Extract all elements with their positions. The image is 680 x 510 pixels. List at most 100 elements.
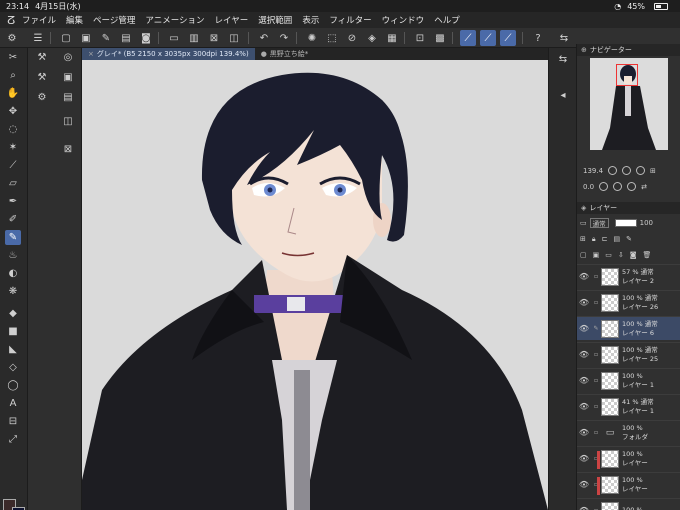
grid-icon[interactable]: ▩ (432, 30, 448, 46)
rotate-right-icon[interactable] (613, 182, 623, 191)
layer-row[interactable]: 👁︎ ▫ ▭ 100 % フォルダ (577, 420, 680, 444)
eye-icon[interactable]: 👁︎ (577, 272, 591, 281)
ruler-icon[interactable]: ⊡ (412, 30, 428, 46)
menu-layer[interactable]: レイヤー (215, 14, 249, 26)
edit-target-icon[interactable]: ✎ (591, 325, 601, 332)
eye-icon[interactable]: 👁︎ (577, 454, 591, 463)
menu-edit[interactable]: 編集 (66, 14, 83, 26)
layer-row[interactable]: 👁︎ ▫ 57 % 通常 レイヤー 2 (577, 264, 680, 288)
tab-gray[interactable]: × グレイ* (B5 2150 x 3035px 300dpi 139.4%) (82, 48, 255, 60)
reset-rotate-icon[interactable] (627, 182, 637, 191)
fill-bucket-icon[interactable]: ◆ (5, 306, 21, 321)
menu-filter[interactable]: フィルター (329, 14, 371, 26)
new-icon[interactable]: ▢ (58, 30, 74, 46)
navigator-thumbnail[interactable] (590, 58, 668, 150)
pin-icon[interactable]: ✂ (5, 50, 21, 65)
menu-help[interactable]: ヘルプ (434, 14, 460, 26)
layer-row[interactable]: 👁︎▫100 % (577, 498, 680, 510)
frame-icon[interactable]: ◇ (5, 360, 21, 375)
palette-icon[interactable]: ▣ (60, 70, 76, 84)
lock-transparent-icon[interactable]: ⊞ (580, 235, 586, 243)
airbrush-icon[interactable]: ♨ (5, 248, 21, 263)
clear-icon[interactable]: ▭ (166, 30, 182, 46)
merge-icon[interactable]: ⇩ (618, 251, 624, 259)
layer-row[interactable]: 👁︎ ▫ 41 % 通常 レイヤー 1 (577, 394, 680, 418)
subtool-3-icon[interactable]: ⚙ (34, 90, 50, 104)
checkbox-icon[interactable]: ▫ (591, 403, 601, 410)
fullscreen-icon[interactable]: ⊞ (650, 167, 656, 175)
clip-icon[interactable]: ⊏ (602, 235, 608, 243)
brush-icon[interactable]: ✎ (5, 230, 21, 245)
open-icon[interactable]: ▣ (78, 30, 94, 46)
eye-icon[interactable]: 👁︎ (577, 402, 591, 411)
layer-row[interactable]: 👁︎ ▫ 100 % レイヤー (577, 472, 680, 496)
blend-icon[interactable]: ◐ (5, 266, 21, 281)
menu-view[interactable]: 表示 (302, 14, 319, 26)
new-folder-icon[interactable]: ▭ (605, 251, 612, 259)
edit-icon[interactable]: ✎ (98, 30, 114, 46)
expand-icon[interactable]: ◂ (555, 88, 571, 103)
menu-animation[interactable]: アニメーション (145, 14, 204, 26)
material-icon[interactable]: ▤ (60, 90, 76, 104)
opacity-slider[interactable] (614, 219, 637, 227)
drawing-canvas[interactable] (82, 60, 548, 510)
stabilize-3-icon[interactable]: ⟋ (500, 30, 516, 46)
eye-icon[interactable]: 👁︎ (577, 480, 591, 489)
transform-icon[interactable]: ◫ (226, 30, 242, 46)
save-icon[interactable]: ▤ (118, 30, 134, 46)
text-icon[interactable]: A (5, 396, 21, 411)
zoom-out-icon[interactable] (608, 166, 618, 175)
gradient-icon[interactable]: ■ (5, 324, 21, 339)
balloon-icon[interactable]: ◯ (5, 378, 21, 393)
zoom-icon[interactable]: ⌕ (5, 68, 21, 83)
checkbox-icon[interactable]: ▫ (591, 351, 601, 358)
checkbox-icon[interactable]: ▫ (591, 299, 601, 306)
menu-file[interactable]: ファイル (22, 14, 56, 26)
subtool-2-icon[interactable]: ⚒ (34, 70, 50, 84)
pencil-icon[interactable]: ✐ (5, 212, 21, 227)
layer-row[interactable]: 👁︎ ✎ 100 % 通常 レイヤー 6 (577, 316, 680, 340)
menu-window[interactable]: ウィンドウ (382, 14, 425, 26)
magic-wand-icon[interactable]: ✶ (5, 140, 21, 155)
eye-icon[interactable]: 👁︎ (577, 506, 591, 510)
undo-icon[interactable]: ↶ (256, 30, 272, 46)
new-raster-icon[interactable]: ▢ (580, 251, 587, 259)
move-icon[interactable]: ✥ (5, 104, 21, 119)
export-icon[interactable]: ◙ (138, 30, 154, 46)
pen-icon[interactable]: ✒ (5, 194, 21, 209)
navigator-view-rect[interactable] (616, 64, 638, 86)
ruler-tool-icon[interactable]: ⊟ (5, 414, 21, 429)
draft-icon[interactable]: ✎ (626, 235, 632, 243)
eye-icon[interactable]: 👁︎ (577, 428, 591, 437)
eye-icon[interactable]: 👁︎ (577, 324, 591, 333)
invert-icon[interactable]: ▦ (384, 30, 400, 46)
mask-icon[interactable]: ◙ (630, 251, 637, 259)
hand-icon[interactable]: ✋ (5, 86, 21, 101)
rotate-left-icon[interactable] (599, 182, 609, 191)
redo-icon[interactable]: ↷ (276, 30, 292, 46)
blend-mode-select[interactable]: 通常 (589, 218, 609, 228)
correct-line-icon[interactable]: ⤢ (5, 432, 21, 447)
reference-icon[interactable]: ▤ (613, 235, 620, 243)
lock-icon[interactable]: 🔒︎ (592, 235, 596, 244)
checkbox-icon[interactable]: ▫ (591, 377, 601, 384)
decoration-icon[interactable]: ❋ (5, 284, 21, 299)
eraser-icon[interactable]: ▱ (5, 176, 21, 191)
layer-row[interactable]: 👁︎ ▫ 100 % 通常 レイヤー 26 (577, 290, 680, 314)
delete-icon[interactable]: 🗑︎ (643, 251, 652, 259)
stack-icon[interactable]: ◫ (60, 114, 76, 128)
flip-icon[interactable]: ⇄ (641, 183, 647, 191)
stabilize-1-icon[interactable]: ⟋ (460, 30, 476, 46)
deselect-icon[interactable]: ⊘ (344, 30, 360, 46)
app-logo-icon[interactable]: ⵒ (0, 14, 22, 27)
layer-row[interactable]: 👁︎ ▫ 100 % レイヤー 1 (577, 368, 680, 392)
help-icon[interactable]: ? (530, 30, 546, 46)
layer-row[interactable]: 👁︎ ▫ 100 % 通常 レイヤー 25 (577, 342, 680, 366)
checkbox-icon[interactable]: ▫ (591, 273, 601, 280)
fill-icon[interactable]: ▥ (186, 30, 202, 46)
eye-icon[interactable]: 👁︎ (577, 298, 591, 307)
close-icon[interactable]: × (88, 50, 94, 58)
layer-menu-icon[interactable]: ▭ (580, 219, 587, 227)
cut-icon[interactable]: ⊠ (206, 30, 222, 46)
lasso-icon[interactable]: ◌ (5, 122, 21, 137)
